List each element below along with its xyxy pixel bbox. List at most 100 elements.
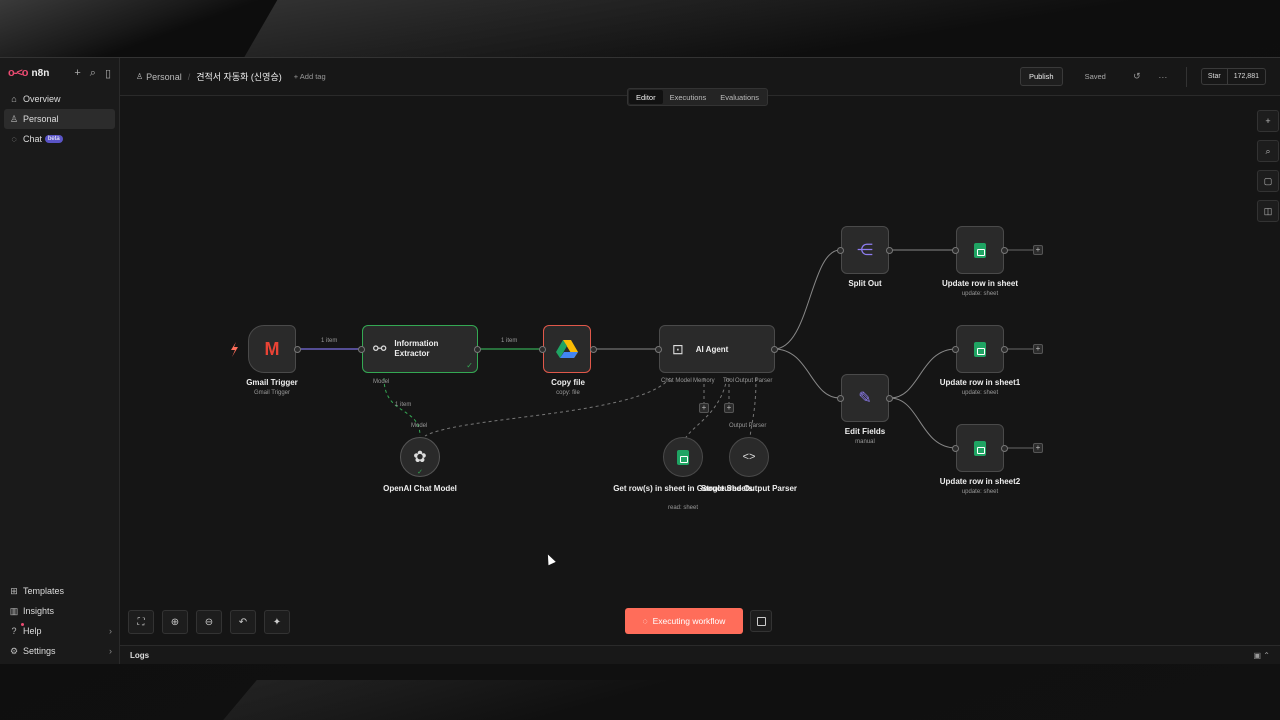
sidebar-item-personal[interactable]: ♙ Personal	[4, 109, 115, 129]
add-tag-button[interactable]: + Add tag	[294, 72, 326, 81]
execute-workflow-button[interactable]: ◌ Executing workflow	[625, 608, 743, 634]
publish-button[interactable]: Publish	[1019, 67, 1063, 86]
output-port[interactable]	[886, 247, 893, 254]
node-update-row-2[interactable]	[956, 424, 1004, 472]
node-get-rows[interactable]	[663, 437, 703, 477]
workflow-title[interactable]: 견적서 자동화 (신영승)	[196, 70, 282, 83]
split-icon: ⋲	[857, 242, 873, 259]
sidebar-item-chat[interactable]: ◌ Chat beta	[4, 129, 115, 149]
input-port[interactable]	[837, 395, 844, 402]
github-star-count: 172,881	[1226, 69, 1265, 84]
history-icon[interactable]: ↺	[1128, 71, 1146, 82]
canvas-controls: ⛶ ⊕ ⊖ ↶ ✦	[128, 610, 290, 634]
node-ai-agent[interactable]: ⊡ AI Agent	[659, 325, 775, 373]
openai-icon: ✿	[413, 449, 427, 466]
port-label: Output Parser	[729, 423, 767, 429]
memory-port-label: Memory	[693, 378, 715, 384]
add-memory-icon[interactable]: +	[699, 403, 709, 413]
github-star-label: Star	[1207, 73, 1221, 80]
sidebar-item-overview[interactable]: ⌂ Overview	[4, 89, 115, 109]
output-port[interactable]	[474, 346, 481, 353]
breadcrumb-separator: /	[187, 71, 191, 82]
logs-panel-icons[interactable]: ▣ ⌃	[1254, 651, 1270, 660]
templates-icon: ⊞	[10, 585, 18, 596]
sidebar-item-insights[interactable]: ▥ Insights	[4, 601, 116, 621]
canvas-right-tools: + ⌕ ▢ ◫	[1257, 110, 1279, 222]
input-port[interactable]	[952, 247, 959, 254]
node-split-out[interactable]: ⋲	[841, 226, 889, 274]
sidebar-item-label: Settings	[23, 646, 56, 656]
node-edit-fields[interactable]: ✎	[841, 374, 889, 422]
divider	[1185, 66, 1187, 87]
input-port[interactable]	[358, 346, 365, 353]
breadcrumb-project[interactable]: Personal	[146, 72, 182, 82]
node-copy-file[interactable]	[543, 325, 591, 373]
node-sublabel: update: sheet	[961, 291, 999, 297]
sidebar-toggle-icon[interactable]: ▯	[105, 67, 111, 80]
output-port[interactable]	[886, 395, 893, 402]
output-port[interactable]	[1001, 445, 1008, 452]
google-sheets-icon	[974, 440, 986, 456]
tab-evaluations[interactable]: Evaluations	[713, 90, 766, 104]
tidy-up-icon[interactable]: ✦	[264, 610, 290, 634]
sidebar-item-settings[interactable]: ⚙ Settings ›	[4, 641, 116, 661]
output-port[interactable]	[590, 346, 597, 353]
node-sublabel: copy: file	[556, 390, 580, 396]
input-port[interactable]	[952, 445, 959, 452]
sidebar-item-templates[interactable]: ⊞ Templates	[4, 581, 116, 601]
add-node-icon[interactable]: +	[1033, 344, 1043, 354]
search-icon[interactable]: ⌕	[1257, 140, 1279, 162]
stop-button[interactable]	[750, 610, 772, 632]
app-window: o-<o n8n + ⌕ ▯ ⌂ Overview ♙ Personal ◌ C…	[0, 57, 1280, 664]
input-port[interactable]	[539, 346, 546, 353]
google-sheets-icon	[677, 449, 689, 465]
breadcrumb: ♙ Personal / 견적서 자동화 (신영승)	[136, 70, 282, 83]
sidebar-item-help[interactable]: ? Help ›	[4, 621, 116, 641]
n8n-logo-icon[interactable]: o-<o	[8, 67, 29, 79]
output-port[interactable]	[771, 346, 778, 353]
node-label: Copy file	[551, 378, 585, 387]
github-star-button[interactable]: Star 172,881	[1200, 68, 1266, 85]
view-tabs: Editor Executions Evaluations	[627, 88, 769, 106]
sidebar-item-label: Insights	[23, 606, 55, 616]
node-label: Structured Output Parser	[700, 484, 797, 493]
node-update-row[interactable]	[956, 226, 1004, 274]
undo-icon[interactable]: ↶	[230, 610, 256, 634]
node-information-extractor[interactable]: ⚯ Information Extractor ✓	[362, 325, 478, 373]
add-node-icon[interactable]: +	[1033, 443, 1043, 453]
input-port[interactable]	[655, 346, 662, 353]
zoom-out-icon[interactable]: ⊖	[196, 610, 222, 634]
node-openai-chat-model[interactable]: ✿ ✓	[400, 437, 440, 477]
panel-icon[interactable]: ◫	[1257, 200, 1279, 222]
add-icon[interactable]: +	[74, 67, 80, 80]
saved-status: Saved	[1084, 72, 1106, 81]
tab-editor[interactable]: Editor	[629, 90, 663, 104]
workflow-canvas[interactable]: + ⌕ ▢ ◫ M Gmail Trigger Gmail Trigger 1 …	[120, 96, 1280, 645]
node-sublabel: Gmail Trigger	[253, 390, 290, 396]
search-icon[interactable]: ⌕	[90, 67, 96, 80]
node-update-row-1[interactable]	[956, 325, 1004, 373]
input-port[interactable]	[837, 247, 844, 254]
more-icon[interactable]: ···	[1154, 72, 1172, 82]
node-structured-output-parser[interactable]: <>	[729, 437, 769, 477]
execute-label: Executing workflow	[652, 616, 726, 626]
output-port[interactable]	[1001, 346, 1008, 353]
beta-badge: beta	[45, 135, 63, 143]
add-node-icon[interactable]: +	[1257, 110, 1279, 132]
input-port[interactable]	[952, 346, 959, 353]
sticky-note-icon[interactable]: ▢	[1257, 170, 1279, 192]
zoom-in-icon[interactable]: ⊕	[162, 610, 188, 634]
add-node-icon[interactable]: +	[1033, 245, 1043, 255]
backdrop-streak	[242, 0, 1178, 60]
fit-view-icon[interactable]: ⛶	[128, 610, 154, 634]
logs-panel[interactable]: Logs ▣ ⌃	[120, 645, 1280, 664]
output-port[interactable]	[294, 346, 301, 353]
sidebar-item-label: Personal	[23, 114, 59, 124]
sidebar-item-label: Help	[23, 626, 42, 636]
add-tool-icon[interactable]: +	[724, 403, 734, 413]
success-check-icon: ✓	[417, 469, 423, 476]
logo-row: o-<o n8n + ⌕ ▯	[0, 59, 119, 87]
tab-executions[interactable]: Executions	[663, 90, 714, 104]
node-gmail-trigger[interactable]: M	[248, 325, 296, 373]
output-port[interactable]	[1001, 247, 1008, 254]
